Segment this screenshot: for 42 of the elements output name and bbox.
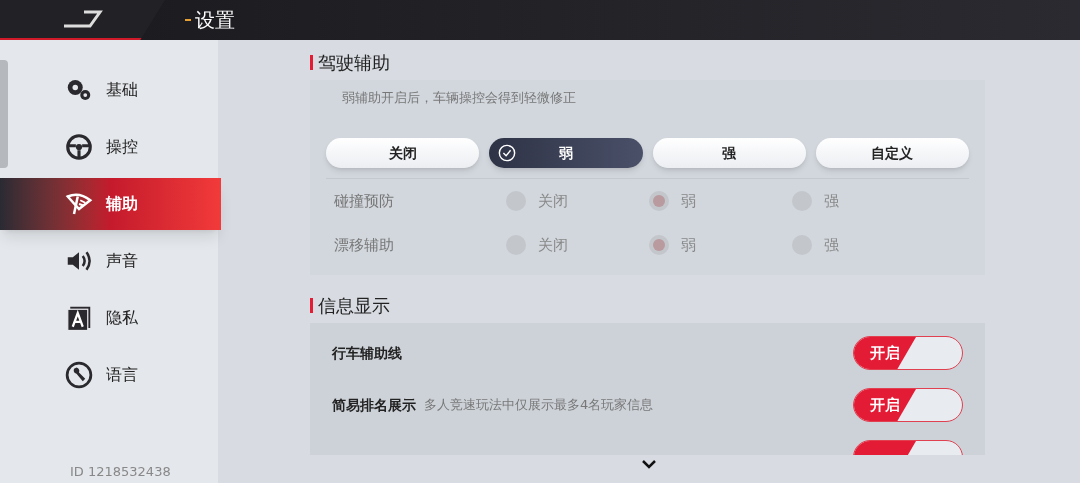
sidebar-item[interactable]: 操控 bbox=[10, 121, 218, 173]
option-label: 关闭 bbox=[538, 234, 568, 256]
steering-wheel-icon bbox=[64, 132, 94, 162]
sidebar-label: 操控 bbox=[106, 136, 138, 158]
back-button[interactable] bbox=[0, 0, 165, 40]
toggle-label: 开启 bbox=[870, 342, 900, 364]
option-label: 弱 bbox=[681, 234, 696, 256]
page-title: 设置 bbox=[195, 7, 235, 34]
section-title: 驾驶辅助 bbox=[318, 50, 390, 75]
sidebar-label: 基础 bbox=[106, 79, 138, 101]
description: 弱辅助开启后，车辆操控会得到轻微修正 bbox=[341, 89, 577, 107]
option-label: 强 bbox=[824, 234, 839, 256]
sidebar-item[interactable]: 语言 bbox=[10, 349, 218, 401]
setting-label: 漂移辅助 bbox=[333, 234, 395, 256]
check-icon bbox=[498, 144, 517, 162]
section-title: 信息显示 bbox=[318, 293, 390, 318]
preset-button[interactable]: 弱 bbox=[489, 138, 643, 168]
sidebar-item[interactable]: 隐私 bbox=[10, 292, 218, 344]
sidebar-label: 语言 bbox=[106, 364, 138, 386]
preset-button[interactable]: 自定义 bbox=[815, 138, 969, 168]
preset-button[interactable]: 关闭 bbox=[326, 138, 480, 168]
sidebar-item[interactable]: 声音 bbox=[10, 235, 218, 287]
setting-hint: 多人竞速玩法中仅展示最多4名玩家信息 bbox=[424, 396, 654, 415]
option-label: 弱 bbox=[681, 190, 696, 212]
preset-button[interactable]: 强 bbox=[652, 138, 806, 168]
option-label: 强 bbox=[824, 190, 839, 212]
setting-label: 行车辅助线 bbox=[332, 343, 402, 363]
accent-bar bbox=[310, 297, 313, 313]
accent-bar bbox=[310, 54, 313, 70]
scroll-down-chevron-icon bbox=[641, 459, 657, 469]
setting-label: 简易排名展示 bbox=[332, 395, 416, 415]
setting-label: 碰撞预防 bbox=[333, 190, 395, 212]
toggle-label: 开启 bbox=[870, 394, 900, 416]
toggle-switch[interactable]: 开启 bbox=[853, 336, 963, 370]
option-label: 关闭 bbox=[538, 190, 568, 212]
sidebar-label: 辅助 bbox=[106, 193, 138, 215]
sidebar-item[interactable]: 辅助 bbox=[0, 178, 221, 230]
sidebar-label: 隐私 bbox=[106, 307, 138, 329]
sidebar-item[interactable]: 基础 bbox=[10, 64, 218, 116]
player-id: ID 1218532438 bbox=[70, 462, 172, 481]
toggle-switch[interactable]: 开启 bbox=[853, 388, 963, 422]
sidebar-label: 声音 bbox=[106, 250, 138, 272]
